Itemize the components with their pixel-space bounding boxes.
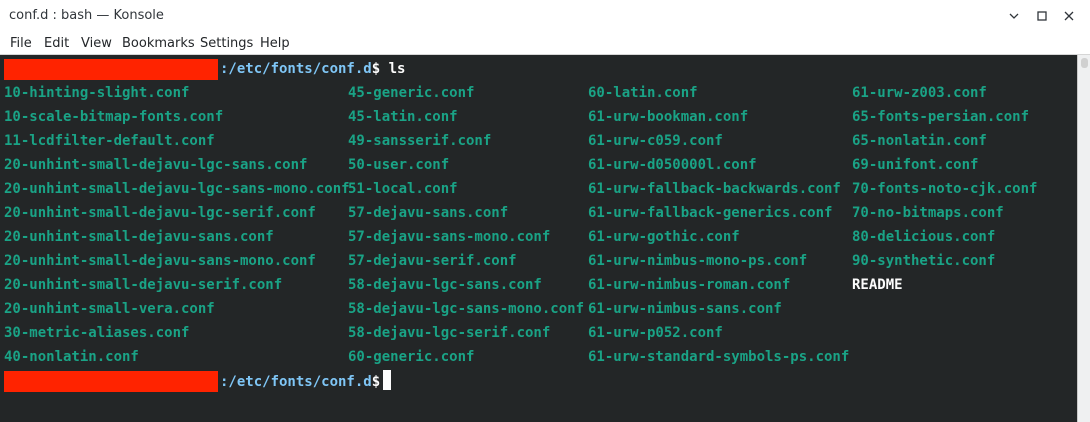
file-entry: 80-delicious.conf: [852, 229, 996, 245]
file-entry: 61-urw-bookman.conf: [588, 109, 749, 125]
file-entry: 61-urw-fallback-backwards.conf: [588, 181, 841, 197]
text-cursor: [383, 370, 392, 390]
file-entry: 10-hinting-slight.conf: [4, 85, 190, 101]
menu-view[interactable]: View: [81, 36, 112, 51]
prompt-symbol: $: [371, 61, 381, 77]
file-entry: 61-urw-p052.conf: [588, 325, 723, 341]
file-entry: 20-unhint-small-dejavu-lgc-sans.conf: [4, 157, 308, 173]
command-text: ls: [380, 61, 406, 77]
menu-help[interactable]: Help: [260, 36, 290, 51]
file-entry: 30-metric-aliases.conf: [4, 325, 190, 341]
file-entry: 58-dejavu-lgc-sans-mono.conf: [348, 301, 585, 317]
current-prompt-line: :/etc/fonts/conf.d$: [220, 370, 392, 392]
file-entry: 40-nonlatin.conf: [4, 349, 139, 365]
prompt-path: :/etc/fonts/conf.d: [220, 374, 372, 390]
file-entry: 61-urw-z003.conf: [852, 85, 987, 101]
menu-edit[interactable]: Edit: [44, 36, 69, 51]
file-entry: 65-nonlatin.conf: [852, 133, 987, 149]
file-entry: 20-unhint-small-dejavu-sans.conf: [4, 229, 274, 245]
file-entry: 65-fonts-persian.conf: [852, 109, 1030, 125]
file-entry: 58-dejavu-lgc-sans.conf: [348, 277, 542, 293]
file-entry: 70-fonts-noto-cjk.conf: [852, 181, 1038, 197]
file-entry: 20-unhint-small-dejavu-serif.conf: [4, 277, 283, 293]
maximize-icon: [1037, 11, 1047, 21]
file-entry: 57-dejavu-serif.conf: [348, 253, 517, 269]
file-entry: 60-generic.conf: [348, 349, 475, 365]
file-entry: 50-user.conf: [348, 157, 450, 173]
file-entry: 61-urw-gothic.conf: [588, 229, 740, 245]
file-entry: 61-urw-nimbus-roman.conf: [588, 277, 791, 293]
scrollbar[interactable]: [1077, 55, 1090, 422]
file-entry: 60-latin.conf: [588, 85, 698, 101]
maximize-button[interactable]: [1032, 6, 1052, 26]
file-entry: 57-dejavu-sans-mono.conf: [348, 229, 551, 245]
minimize-icon: [1009, 13, 1019, 19]
file-entry: 20-unhint-small-dejavu-lgc-serif.conf: [4, 205, 316, 221]
file-entry: 61-urw-standard-symbols-ps.conf: [588, 349, 850, 365]
menu-settings[interactable]: Settings: [200, 36, 253, 51]
file-entry: 90-synthetic.conf: [852, 253, 996, 269]
file-entry: 11-lcdfilter-default.conf: [4, 133, 215, 149]
file-entry: 57-dejavu-sans.conf: [348, 205, 509, 221]
file-entry: 61-urw-fallback-generics.conf: [588, 205, 833, 221]
file-entry: 20-unhint-small-dejavu-lgc-sans-mono.con…: [4, 181, 350, 197]
file-entry: 45-latin.conf: [348, 109, 458, 125]
close-button[interactable]: [1059, 6, 1079, 26]
file-entry: 20-unhint-small-vera.conf: [4, 301, 215, 317]
minimize-button[interactable]: [1004, 6, 1024, 26]
file-entry: 70-no-bitmaps.conf: [852, 205, 1004, 221]
file-entry: 10-scale-bitmap-fonts.conf: [4, 109, 224, 125]
file-entry: 45-generic.conf: [348, 85, 475, 101]
prompt-line: :/etc/fonts/conf.d$ ls: [220, 58, 405, 80]
redacted-username: [4, 59, 218, 80]
file-entry: 61-urw-nimbus-sans.conf: [588, 301, 782, 317]
prompt-symbol: $: [371, 374, 381, 390]
file-entry: 69-unifont.conf: [852, 157, 979, 173]
menu-bar: File Edit View Bookmarks Settings Help: [0, 32, 1090, 55]
title-bar: conf.d : bash — Konsole: [0, 0, 1090, 32]
menu-file[interactable]: File: [10, 36, 32, 51]
prompt-path: :/etc/fonts/conf.d: [220, 61, 372, 77]
menu-bookmarks[interactable]: Bookmarks: [122, 36, 195, 51]
terminal-view[interactable]: :/etc/fonts/conf.d$ ls 10-hinting-slight…: [0, 55, 1077, 422]
file-entry: README: [852, 277, 903, 293]
file-entry: 20-unhint-small-dejavu-sans-mono.conf: [4, 253, 316, 269]
file-entry: 58-dejavu-lgc-serif.conf: [348, 325, 551, 341]
scrollbar-thumb[interactable]: [1081, 58, 1088, 68]
redacted-username: [4, 371, 218, 392]
file-entry: 49-sansserif.conf: [348, 133, 492, 149]
file-entry: 61-urw-c059.conf: [588, 133, 723, 149]
file-entry: 51-local.conf: [348, 181, 458, 197]
window-title: conf.d : bash — Konsole: [9, 8, 164, 23]
file-entry: 61-urw-nimbus-mono-ps.conf: [588, 253, 808, 269]
close-icon: [1064, 11, 1074, 21]
file-entry: 61-urw-d050000l.conf: [588, 157, 757, 173]
